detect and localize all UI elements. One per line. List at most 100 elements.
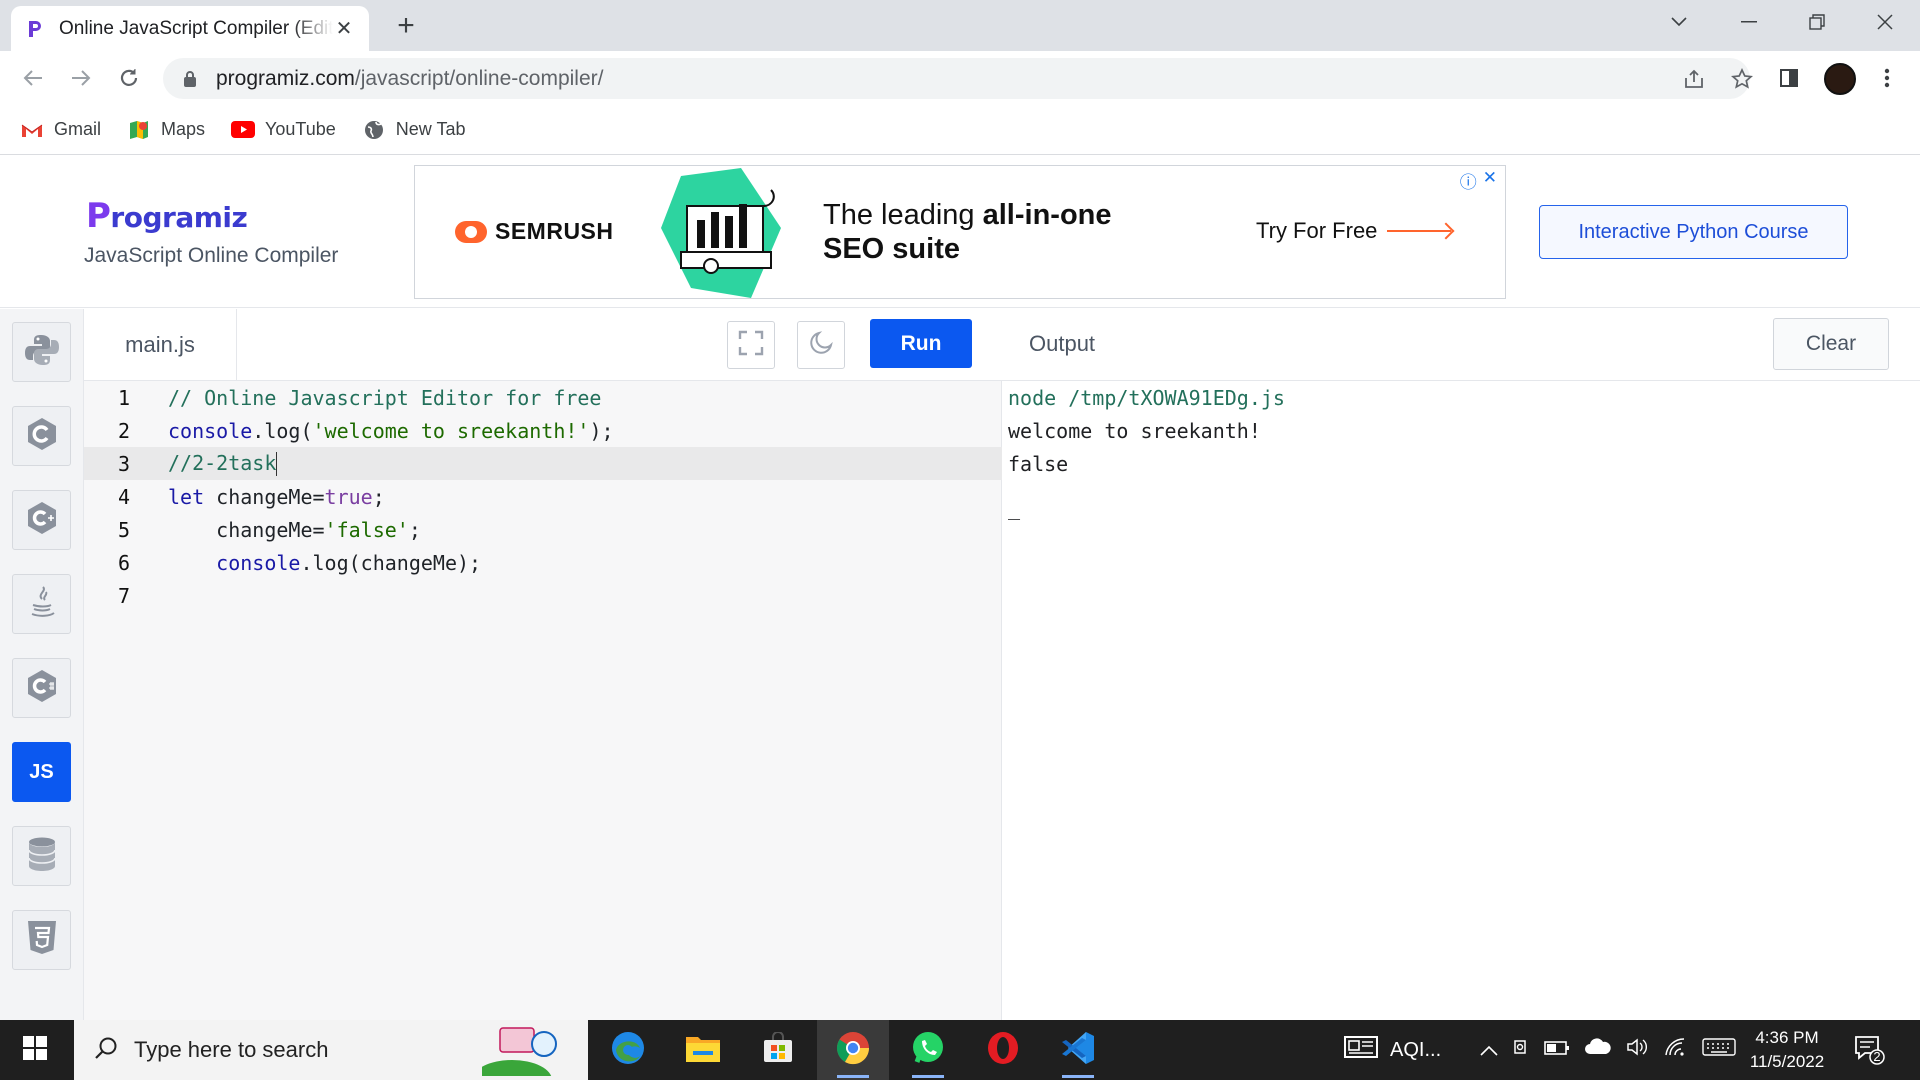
- bookmark-youtube[interactable]: YouTube: [231, 119, 336, 141]
- ad-cta[interactable]: Try For Free: [1256, 218, 1452, 244]
- taskbar-whatsapp[interactable]: [892, 1020, 964, 1080]
- notification-count: 2: [1873, 1049, 1881, 1064]
- code-text: changeMe='false';: [168, 517, 421, 542]
- output-header: Output Clear: [1002, 309, 1920, 381]
- line-number: 5: [117, 517, 131, 542]
- ad-info-icon[interactable]: ⓘ: [1460, 168, 1477, 193]
- arrow-right-icon: [1387, 230, 1452, 232]
- close-tab-icon[interactable]: ✕: [333, 18, 355, 40]
- lang-html[interactable]: [12, 910, 71, 970]
- code-text: // Online Javascript Editor for free: [168, 385, 602, 410]
- file-tab-main-js[interactable]: main.js: [84, 309, 237, 381]
- forward-arrow-icon[interactable]: [66, 63, 96, 93]
- code-line-current[interactable]: 3 //2-2task: [84, 447, 1002, 480]
- bookmark-gmail[interactable]: Gmail: [20, 119, 101, 141]
- profile-avatar[interactable]: [1824, 63, 1856, 95]
- line-number: 6: [117, 550, 131, 575]
- edge-icon: [610, 1030, 646, 1071]
- output-console[interactable]: node /tmp/tXOWA91EDg.js welcome to sreek…: [1002, 381, 1920, 1020]
- run-button[interactable]: Run: [870, 319, 972, 368]
- maps-icon: [127, 119, 151, 141]
- meet-now-icon[interactable]: [1512, 1037, 1530, 1063]
- interactive-python-course-button[interactable]: Interactive Python Course: [1539, 205, 1848, 259]
- programiz-logo[interactable]: Programiz: [86, 196, 248, 236]
- html5-icon: [26, 920, 58, 961]
- battery-icon[interactable]: [1544, 1039, 1570, 1062]
- tab-strip: Online JavaScript Compiler (Editor) ✕ +: [0, 0, 1920, 51]
- onedrive-cloud-icon[interactable]: [1584, 1038, 1612, 1062]
- code-line[interactable]: 6 console.log(changeMe);: [84, 546, 1002, 579]
- taskbar-ms-store[interactable]: [742, 1020, 814, 1080]
- windows-start-button[interactable]: [0, 1020, 70, 1080]
- side-panel-icon[interactable]: [1774, 63, 1804, 93]
- code-line[interactable]: 5 changeMe='false';: [84, 513, 1002, 546]
- code-line[interactable]: 1 // Online Javascript Editor for free: [84, 381, 1002, 414]
- clear-button[interactable]: Clear: [1773, 318, 1889, 370]
- lang-cpp[interactable]: [12, 490, 71, 550]
- output-line: false: [1008, 451, 1069, 476]
- taskbar-edge[interactable]: [592, 1020, 664, 1080]
- tab-search-icon[interactable]: [1644, 0, 1714, 44]
- database-icon: [27, 836, 57, 877]
- lang-java[interactable]: [12, 574, 71, 634]
- code-line[interactable]: 7: [84, 579, 1002, 612]
- reload-icon[interactable]: [114, 63, 144, 93]
- taskbar-search[interactable]: Type here to search: [74, 1020, 588, 1080]
- taskbar-vscode[interactable]: [1042, 1020, 1114, 1080]
- ad-close-icon[interactable]: ✕: [1483, 168, 1497, 193]
- bookmark-maps[interactable]: Maps: [127, 119, 205, 141]
- code-text: let changeMe=true;: [168, 484, 385, 509]
- wifi-icon[interactable]: [1664, 1037, 1688, 1063]
- taskbar-chrome[interactable]: [817, 1020, 889, 1080]
- lang-javascript[interactable]: JS: [12, 742, 71, 802]
- lang-csharp[interactable]: [12, 658, 71, 718]
- whatsapp-icon: [910, 1030, 946, 1071]
- new-tab-button[interactable]: +: [390, 10, 422, 42]
- dark-mode-button[interactable]: [797, 321, 845, 369]
- code-line[interactable]: 4 let changeMe=true;: [84, 480, 1002, 513]
- bookmark-new-tab[interactable]: New Tab: [362, 119, 465, 141]
- ad-banner[interactable]: SEMRUSH The leading all-in-one SEO suite …: [414, 165, 1506, 299]
- output-line: welcome to sreekanth!: [1008, 418, 1261, 443]
- windows-taskbar: Type here to search AQI... 4:36 PM 11/5/…: [0, 1020, 1920, 1080]
- taskbar-opera[interactable]: [967, 1020, 1039, 1080]
- output-title: Output: [1029, 331, 1096, 356]
- browser-tab[interactable]: Online JavaScript Compiler (Editor) ✕: [11, 6, 369, 51]
- csharp-icon: [24, 668, 60, 709]
- fullscreen-icon: [738, 330, 764, 361]
- code-line[interactable]: 2 console.log('welcome to sreekanth!');: [84, 414, 1002, 447]
- lang-sql[interactable]: [12, 826, 71, 886]
- fullscreen-button[interactable]: [727, 321, 775, 369]
- bookmark-star-icon[interactable]: [1729, 66, 1755, 92]
- browser-toolbar: programiz.com/javascript/online-compiler…: [0, 51, 1920, 105]
- url-text: programiz.com/javascript/online-compiler…: [216, 66, 604, 90]
- python-icon: [24, 332, 60, 373]
- taskbar-clock[interactable]: 4:36 PM 11/5/2022: [1730, 1026, 1844, 1074]
- weather-widget[interactable]: AQI...: [1344, 1020, 1441, 1080]
- moon-icon: [809, 330, 833, 360]
- minimize-button[interactable]: [1714, 0, 1784, 44]
- editor-header: main.js Run: [84, 309, 1002, 381]
- gmail-icon: [20, 119, 44, 141]
- taskbar-file-explorer[interactable]: [667, 1020, 739, 1080]
- share-icon[interactable]: [1681, 66, 1707, 92]
- lang-python[interactable]: [12, 322, 71, 382]
- back-arrow-icon[interactable]: [18, 63, 48, 93]
- address-bar[interactable]: programiz.com/javascript/online-compiler…: [163, 58, 1753, 99]
- chevron-up-icon[interactable]: [1480, 1039, 1498, 1062]
- volume-icon[interactable]: [1626, 1037, 1650, 1063]
- code-text: console.log(changeMe);: [216, 550, 482, 575]
- lock-icon[interactable]: [180, 70, 200, 88]
- close-window-button[interactable]: [1850, 0, 1920, 44]
- notification-center-button[interactable]: 2: [1852, 1034, 1886, 1068]
- line-number: 4: [117, 484, 131, 509]
- line-number: 7: [117, 583, 131, 608]
- code-editor[interactable]: 1 // Online Javascript Editor for free 2…: [84, 381, 1002, 1020]
- restore-button[interactable]: [1782, 0, 1852, 44]
- programiz-favicon-icon: [25, 19, 45, 39]
- lang-c[interactable]: [12, 406, 71, 466]
- ad-choices[interactable]: ⓘ ✕: [1460, 168, 1497, 193]
- code-text: //2-2task: [168, 450, 278, 477]
- menu-dots-icon[interactable]: [1872, 63, 1902, 93]
- page-subtitle: JavaScript Online Compiler: [84, 244, 339, 267]
